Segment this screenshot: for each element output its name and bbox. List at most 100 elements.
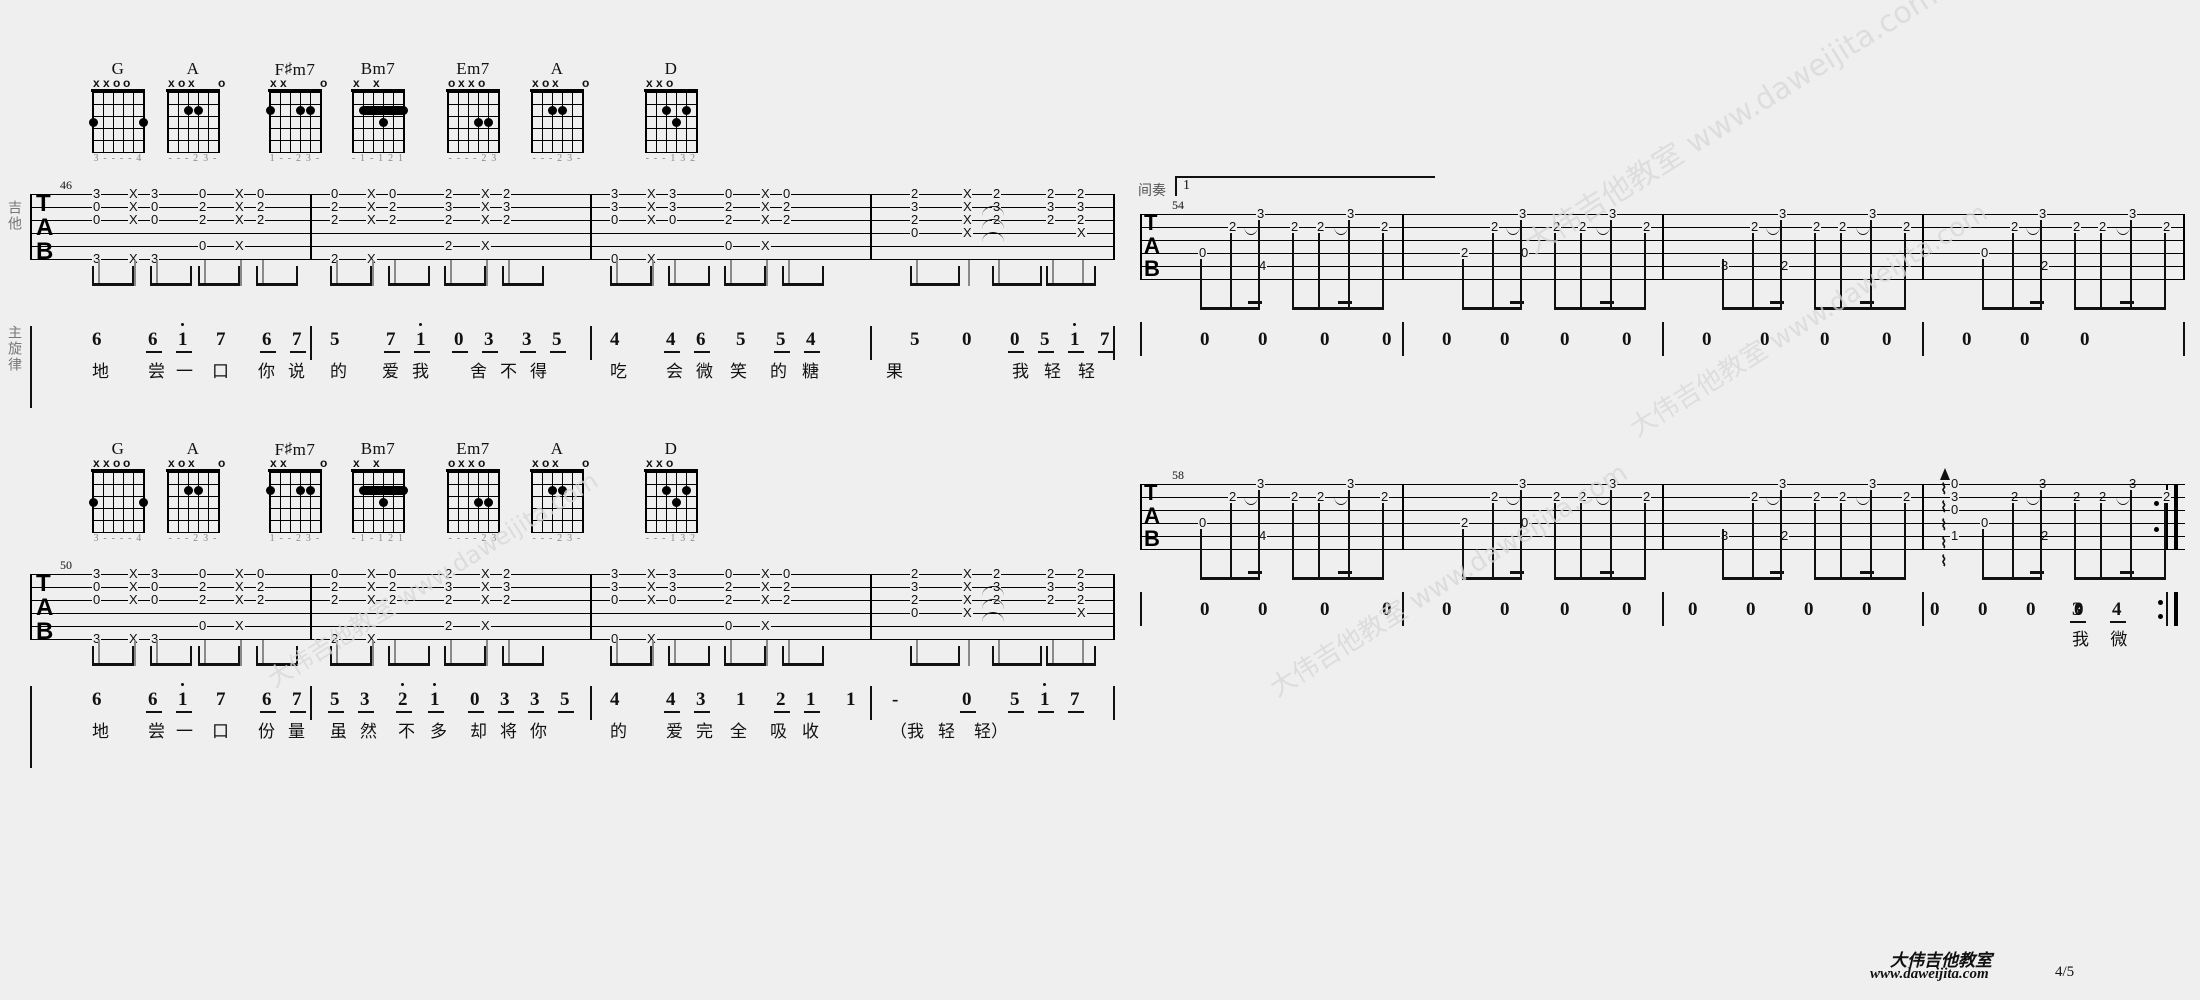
tab-letter-t: T [36,190,51,217]
tab-note: 0 [910,225,920,240]
tab-note: 0 [610,592,620,607]
open-mute-markers: xoxo [532,76,590,90]
hammer-on-slur [1244,226,1258,235]
jianpu-underbar [290,351,306,353]
jianpu-underbar [498,711,514,713]
beam-secondary [2030,301,2044,304]
hammer-on-slur [2026,226,2040,235]
beam [668,663,710,667]
jianpu-note: 0 [1442,599,1452,620]
tab-note: 3 [150,251,160,266]
note-stem [1752,503,1754,580]
chord-fingering: - - - 2 3 - [532,153,582,164]
open-mute-markers: xx [353,456,380,470]
tab-note: 2 [330,251,340,266]
tab-dash [1528,484,1546,486]
tab-dash [1788,484,1806,486]
note-stem [2074,503,2076,580]
interlude-label: 间奏 [1138,183,1166,199]
jianpu-note: 4 [2112,599,2122,620]
tab-note: 2 [1578,489,1588,504]
tab-dash [620,574,644,576]
beam [1580,577,1646,581]
tab-note: X [1076,605,1087,620]
beam [1982,307,2042,311]
tab-dash [376,574,386,576]
tab-dash [340,207,364,209]
tab-dash [734,574,758,576]
beam [1580,307,1646,311]
tab-dash [1056,220,1074,222]
lyric-char: 轻 [938,722,955,742]
jianpu-note: 3 [696,689,706,710]
open-mute-markers: xoxo [532,456,590,470]
tab-dash [1528,214,1546,216]
beam [1722,307,1782,311]
tab-note: 2 [2162,219,2172,234]
repeat-dot-lower-jianpu [2158,614,2163,619]
tab-note: 3 [1868,476,1878,491]
jianpu-note: 6 [262,689,272,710]
tab-note: 2 [502,592,512,607]
jianpu-underbar [774,351,790,353]
note-stem [2100,233,2102,310]
side-label-melody: 主旋律 [6,325,22,373]
tab-dash [138,574,148,576]
hammer-on-slur [1244,496,1258,505]
chord-fingering: - - - 1 3 2 [645,533,697,544]
jianpu-note: 5 [552,329,562,350]
open-mute-markers: xxoo [93,76,131,90]
lyric-char: 笑 [730,362,747,382]
finger-dot [305,106,315,115]
tab-dash [2172,497,2178,499]
note-stem [1292,503,1294,580]
tab-dash [656,220,666,222]
tab-dash [770,220,780,222]
finger-dot [183,486,193,495]
tab-dash [340,194,364,196]
tab-dash [1788,214,1806,216]
tab-note: 3 [1518,476,1528,491]
tab-dash [454,194,478,196]
jianpu-underbar [482,351,498,353]
tab-dash [1618,484,1636,486]
measure-number-58: 58 [1172,468,1184,482]
note-stem [134,260,136,286]
jianpu-underbar [1008,711,1024,713]
beam-secondary [1510,571,1524,574]
tab-staff-system-2: 50 T A B 3003XXXX30030220XXXX0220222XXXX… [30,558,1115,667]
tab-dash [1208,523,1226,525]
tab-dash [734,600,758,602]
chord-fretboard [446,472,500,533]
jianpu-underbar [558,711,574,713]
chord-fretboard [530,92,584,153]
open-mute-markers: oxxo [448,76,486,90]
chord-diagram-em7: Em7 o x x o - - - - 2 3 [443,60,503,165]
finger-dot [378,118,388,127]
tab-note: 0 [198,238,208,253]
tab-dash [1618,214,1636,216]
tab-note: 0 [92,212,102,227]
jianpu-note: 5 [560,689,570,710]
note-stem [2040,220,2042,310]
tab-note: 3 [1868,206,1878,221]
jianpu-note: 0 [1622,329,1632,350]
chord-fingering: 3 - - - - 4 [93,533,143,544]
chord-fretboard [166,472,220,533]
tab-letter-t: T [36,570,51,597]
lyric-char: 尝 [148,362,165,382]
page-number: 4/5 [2055,964,2075,980]
open-mute-markers: xoxo [168,76,226,90]
note-stem [1840,233,1842,310]
note-stem [1904,233,1906,310]
jianpu-note: 0 [1746,599,1756,620]
jianpu-note: 7 [216,329,226,350]
tab-dash [620,220,644,222]
lyric-char: 尝 [148,722,165,742]
jianpu-underbar [384,351,400,353]
finger-dot [557,486,567,495]
finger-dot [661,106,671,115]
tab-note: 2 [1750,219,1760,234]
tab-note: 2 [1812,219,1822,234]
chord-diagram-fsharpm7: F♯m7 x x o 1 - - 2 3 - [265,60,327,165]
